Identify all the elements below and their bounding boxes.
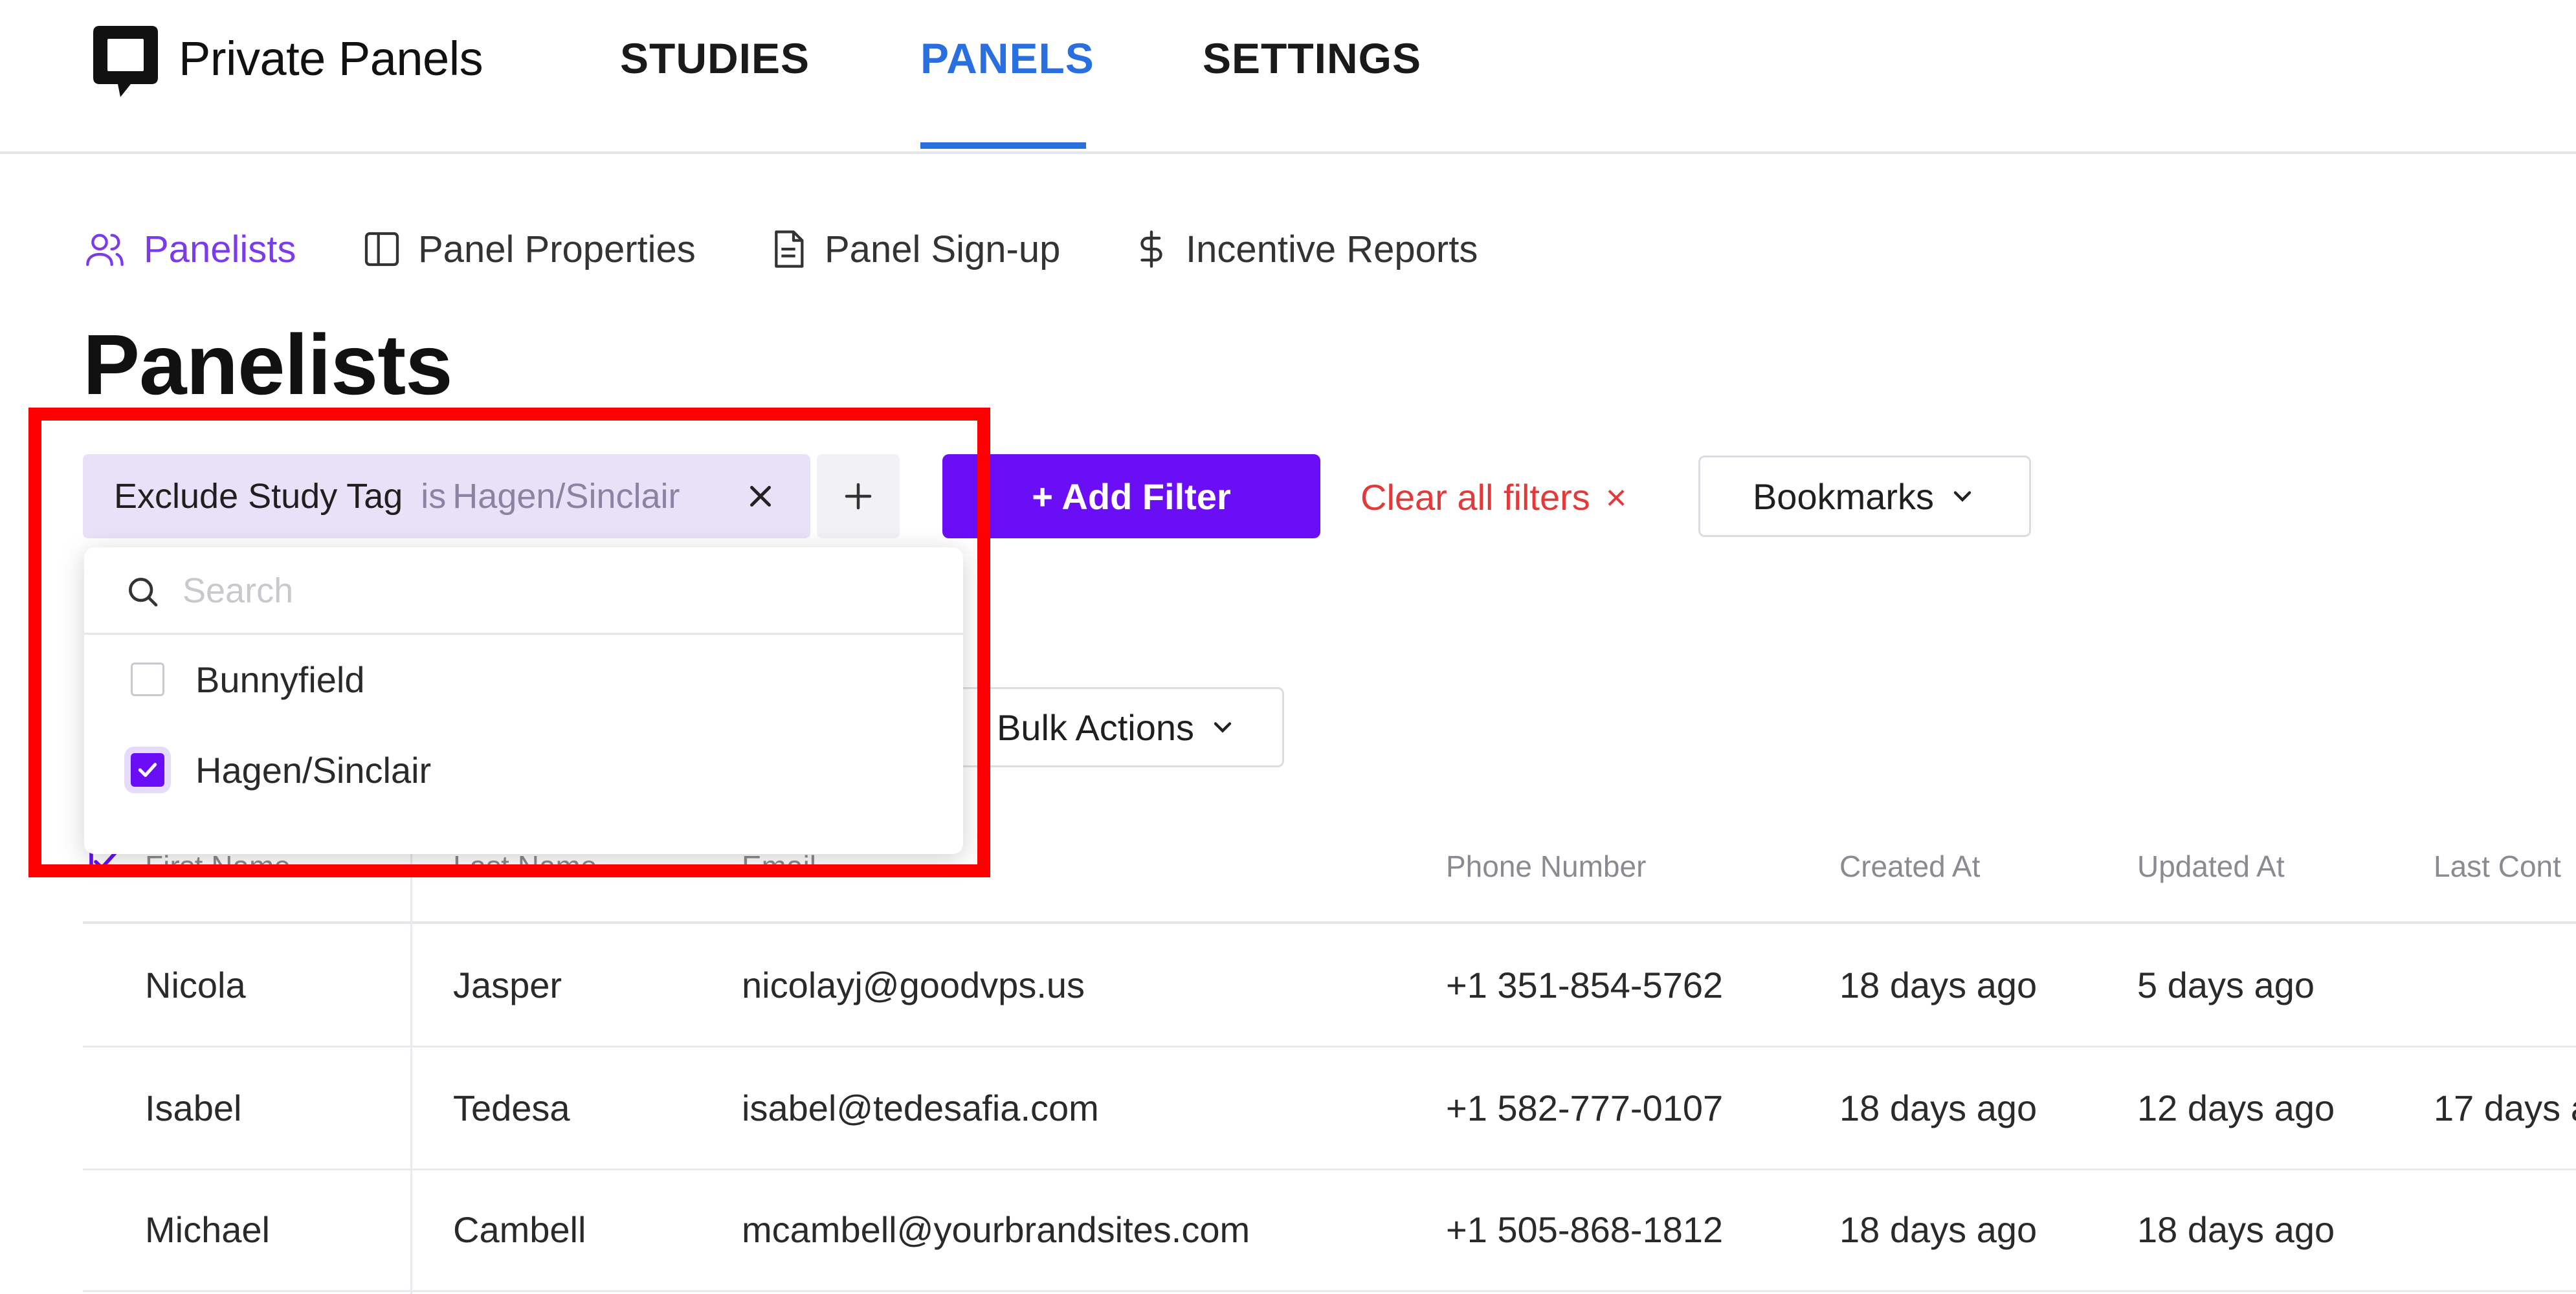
clear-close-icon: × [1605, 477, 1627, 518]
subnav-label: Panel Properties [418, 228, 696, 270]
row-divider [83, 1168, 2576, 1170]
filter-chip-value: Hagen/Sinclair [452, 477, 680, 516]
active-tab-indicator [920, 142, 1086, 149]
subnav-label: Incentive Reports [1186, 228, 1478, 270]
cell-first-name: Isabel [145, 1088, 242, 1128]
cell-updated-at: 5 days ago [2137, 965, 2315, 1005]
cell-email: nicolayj@goodvps.us [742, 965, 1085, 1005]
cell-phone: +1 505-868-1812 [1446, 1209, 1724, 1250]
column-header-phone-number[interactable]: Phone Number [1446, 849, 1646, 884]
filter-chip-operator: is [421, 477, 447, 516]
dollar-icon [1140, 230, 1162, 268]
bookmarks-label: Bookmarks [1752, 476, 1935, 517]
row-divider [83, 1046, 2576, 1047]
cell-email: mcambell@yourbrandsites.com [742, 1209, 1250, 1250]
clear-all-filters-link[interactable]: Clear all filters × [1360, 476, 1627, 518]
cell-last-name: Tedesa [453, 1088, 570, 1128]
column-header-first-name[interactable]: First Name [145, 849, 291, 884]
dropdown-search-input[interactable] [181, 564, 896, 617]
dropdown-search [84, 547, 963, 635]
subnav-panel-properties[interactable]: Panel Properties [361, 225, 696, 273]
cell-updated-at: 18 days ago [2137, 1209, 2335, 1250]
app-title[interactable]: Private Panels [179, 31, 483, 86]
tab-panels[interactable]: PANELS [920, 34, 1094, 149]
checkbox-unchecked[interactable] [131, 663, 164, 696]
cell-phone: +1 351-854-5762 [1446, 965, 1724, 1005]
columns-icon [364, 232, 399, 267]
column-header-updated-at[interactable]: Updated At [2137, 849, 2285, 884]
subnav-panel-signup[interactable]: Panel Sign-up [768, 225, 1060, 273]
users-icon [86, 234, 124, 267]
column-header-email[interactable]: Email [742, 849, 816, 884]
page-title: Panelists [83, 317, 453, 412]
bookmarks-button[interactable]: Bookmarks [1698, 455, 2031, 537]
remove-filter-close-icon[interactable] [743, 479, 778, 514]
bulk-actions-label: Bulk Actions [996, 707, 1194, 748]
subnav-panelists[interactable]: Panelists [82, 225, 296, 273]
subnav-label: Panel Sign-up [825, 228, 1061, 270]
cell-email: isabel@tedesafia.com [742, 1088, 1099, 1128]
search-icon [129, 578, 158, 607]
clear-all-filters-label: Clear all filters [1360, 477, 1590, 518]
cell-first-name: Nicola [145, 965, 246, 1005]
filter-value-dropdown: Bunnyfield Hagen/Sinclair [84, 547, 963, 854]
subnav-incentive-reports[interactable]: Incentive Reports [1133, 225, 1478, 273]
filter-chip[interactable]: Exclude Study Tag is Hagen/Sinclair [83, 454, 810, 538]
column-header-last-contacted[interactable]: Last Cont [2434, 849, 2561, 884]
column-divider [410, 841, 412, 1294]
subnav-label: Panelists [144, 228, 296, 270]
chevron-down-icon [1953, 491, 1971, 502]
cell-last-contacted: 17 days a [2434, 1088, 2576, 1128]
cell-first-name: Michael [145, 1209, 270, 1250]
cell-created-at: 18 days ago [1839, 965, 2037, 1005]
top-navigation-bar: Private Panels STUDIES PANELS SETTINGS [0, 0, 2576, 154]
plus-icon [845, 483, 872, 510]
checkmark-icon [138, 763, 157, 777]
checkbox-checked[interactable] [131, 753, 164, 787]
add-filter-value-button[interactable] [817, 454, 900, 538]
option-label: Bunnyfield [195, 659, 365, 700]
column-header-created-at[interactable]: Created At [1839, 849, 1980, 884]
cell-created-at: 18 days ago [1839, 1088, 2037, 1128]
cell-last-name: Jasper [453, 965, 562, 1005]
tab-settings[interactable]: SETTINGS [1203, 34, 1421, 149]
add-filter-button[interactable]: + Add Filter [942, 454, 1320, 538]
cell-phone: +1 582-777-0107 [1446, 1088, 1724, 1128]
cell-updated-at: 12 days ago [2137, 1088, 2335, 1128]
app-logo-icon [93, 26, 158, 97]
cell-created-at: 18 days ago [1839, 1209, 2037, 1250]
option-label: Hagen/Sinclair [195, 749, 432, 791]
row-divider [83, 1290, 2576, 1292]
cell-last-name: Cambell [453, 1209, 586, 1250]
dropdown-option-hagen-sinclair[interactable]: Hagen/Sinclair [131, 744, 431, 796]
dropdown-option-bunnyfield[interactable]: Bunnyfield [131, 653, 365, 705]
document-icon [775, 230, 804, 268]
table-header-divider [83, 921, 2576, 924]
chevron-down-icon [1214, 722, 1232, 733]
tab-studies[interactable]: STUDIES [620, 34, 810, 149]
filter-chip-label: Exclude Study Tag [114, 477, 403, 516]
column-header-last-name[interactable]: Last Name [453, 849, 597, 884]
